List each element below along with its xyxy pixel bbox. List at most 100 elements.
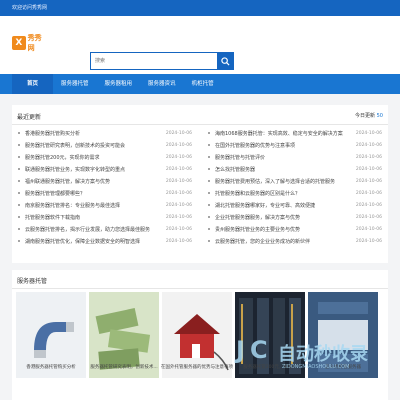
- article-link[interactable]: 服务器托管研究表明，创新技术的投资可能会: [25, 142, 164, 149]
- article-date: 2024-10-06: [355, 142, 382, 148]
- article-link[interactable]: 怎么找托管服务器: [215, 166, 354, 173]
- article-date: 2024-10-06: [165, 214, 192, 220]
- article-link[interactable]: 云服务器托管排名，揭示行业发展，助力您选择最佳服务: [25, 226, 164, 233]
- list-item[interactable]: 怎么找托管服务器 2024-10-06: [204, 163, 382, 175]
- bullet-icon: [208, 132, 210, 134]
- list-item[interactable]: 服务器托管与托管评价 2024-10-06: [204, 151, 382, 163]
- bullet-icon: [18, 216, 20, 218]
- list-item[interactable]: 云服务器托管，您的企业业务成功的新伙伴 2024-10-06: [204, 235, 382, 247]
- bullet-icon: [18, 156, 20, 158]
- list-item[interactable]: 福州联通服务器托管，解决方案与优势 2024-10-06: [14, 175, 192, 187]
- article-link[interactable]: 服务器托管200元，实现你的需求: [25, 154, 164, 161]
- article-link[interactable]: 湖北托管服务器哪家好，专业可靠、高效便捷: [215, 202, 354, 209]
- today-updates-label: 今日更新: [355, 113, 376, 119]
- list-item[interactable]: 服务器托管管理都要哪些？ 2024-10-06: [14, 187, 192, 199]
- article-date: 2024-10-06: [355, 226, 382, 232]
- list-item[interactable]: 服务器托管费用预估，深入了解与选择合适的托管服务 2024-10-06: [204, 175, 382, 187]
- nav-item-news[interactable]: 服务器资讯: [140, 74, 184, 94]
- nav-item-cabinet[interactable]: 机柜托管: [184, 74, 222, 94]
- bullet-icon: [208, 192, 210, 194]
- search-input[interactable]: [91, 53, 217, 69]
- bullet-icon: [208, 228, 210, 230]
- nav-item-hosting[interactable]: 服务器托管: [53, 74, 97, 94]
- hosting-panel-title: 服务器托管: [17, 278, 48, 285]
- article-date: 2024-10-06: [355, 190, 382, 196]
- article-link[interactable]: 托管服务器和云服务器的区别是什么？: [215, 190, 354, 197]
- svg-text:J: J: [234, 336, 245, 364]
- logo-text: 秀秀网: [27, 34, 42, 52]
- latest-updates-panel: 最近更新 今日更新 50 香港服务器托管购买分析 2024-10-06 服务器托管…: [12, 105, 388, 263]
- article-link[interactable]: 服务器托管管理都要哪些？: [25, 190, 164, 197]
- list-item[interactable]: 在国外托管服务器的优势与注意事项 2024-10-06: [204, 139, 382, 151]
- article-link[interactable]: 云服务器托管，您的企业业务成功的新伙伴: [215, 238, 354, 245]
- article-date: 2024-10-06: [165, 238, 192, 244]
- list-item[interactable]: 联通服务器托管业务，实现数字化转型的重点 2024-10-06: [14, 163, 192, 175]
- list-item[interactable]: 服务器托管研究表明，创新技术的投资可能会 2024-10-06: [14, 139, 192, 151]
- site-logo[interactable]: X 秀秀网: [12, 34, 48, 52]
- article-date: 2024-10-06: [355, 214, 382, 220]
- bullet-icon: [208, 216, 210, 218]
- article-link[interactable]: 服务器托管费用预估，深入了解与选择合适的托管服务: [215, 178, 354, 185]
- search-icon: [220, 56, 230, 66]
- watermark-logo: J C 自动秒收录 ZIDONGMIAOSHOULU.COM: [234, 330, 380, 380]
- watermark-text: 自动秒收录: [278, 344, 368, 365]
- article-date: 2024-10-06: [355, 166, 382, 172]
- today-updates-count: 50: [376, 113, 383, 119]
- latest-list-left: 香港服务器托管购买分析 2024-10-06 服务器托管研究表明，创新技术的投资可…: [14, 127, 192, 247]
- thumbnail-caption[interactable]: 在国外托管服务器的优势与注意事项: [160, 364, 234, 370]
- article-link[interactable]: 贵州服务器托管业务的主要业务与优势: [215, 226, 354, 233]
- list-item[interactable]: 湖南服务器托管优化，保障企业数据安全的明智选择 2024-10-06: [14, 235, 192, 247]
- thumbnail-caption[interactable]: 香港服务器托管购买分析: [14, 364, 88, 370]
- bullet-icon: [18, 168, 20, 170]
- list-item[interactable]: 贵州服务器托管业务的主要业务与优势 2024-10-06: [204, 223, 382, 235]
- article-link[interactable]: 福州联通服务器托管，解决方案与优势: [25, 178, 164, 185]
- article-date: 2024-10-06: [355, 178, 382, 184]
- bullet-icon: [208, 144, 210, 146]
- list-item[interactable]: 云服务器托管排名，揭示行业发展，助力您选择最佳服务 2024-10-06: [14, 223, 192, 235]
- article-link[interactable]: 香港服务器托管购买分析: [25, 130, 164, 137]
- top-bar: 欢迎访问秀秀网: [0, 0, 400, 16]
- article-date: 2024-10-06: [165, 178, 192, 184]
- list-item[interactable]: 托管服务器软件下载指南 2024-10-06: [14, 211, 192, 223]
- divider: [12, 124, 388, 125]
- bullet-icon: [18, 228, 20, 230]
- divider: [12, 288, 388, 289]
- article-link[interactable]: 南京服务器托管排名：专业服务与最佳选择: [25, 202, 164, 209]
- list-item[interactable]: 托管服务器和云服务器的区别是什么？ 2024-10-06: [204, 187, 382, 199]
- nav-item-rental[interactable]: 服务器租用: [97, 74, 141, 94]
- logo-mark-icon: X: [12, 36, 26, 50]
- bullet-icon: [208, 240, 210, 242]
- list-item[interactable]: 企业托管服务器服务，解决方案与优势 2024-10-06: [204, 211, 382, 223]
- main-nav: 首页 服务器托管 服务器租用 服务器资讯 机柜托管: [0, 74, 400, 94]
- list-item[interactable]: 湖北托管服务器哪家好，专业可靠、高效便捷 2024-10-06: [204, 199, 382, 211]
- article-link[interactable]: 在国外托管服务器的优势与注意事项: [215, 142, 354, 149]
- list-item[interactable]: 服务器托管200元，实现你的需求 2024-10-06: [14, 151, 192, 163]
- latest-list-right: 海南1068服务器托管：实现高效、稳定与安全的解决方案 2024-10-06 在国…: [204, 127, 382, 247]
- list-item[interactable]: 香港服务器托管购买分析 2024-10-06: [14, 127, 192, 139]
- article-link[interactable]: 服务器托管与托管评价: [215, 154, 354, 161]
- article-date: 2024-10-06: [165, 142, 192, 148]
- article-date: 2024-10-06: [355, 130, 382, 136]
- article-link[interactable]: 海南1068服务器托管：实现高效、稳定与安全的解决方案: [215, 130, 354, 137]
- search-box: [90, 52, 234, 70]
- article-link[interactable]: 托管服务器软件下载指南: [25, 214, 164, 221]
- bullet-icon: [18, 240, 20, 242]
- article-link[interactable]: 企业托管服务器服务，解决方案与优势: [215, 214, 354, 221]
- article-date: 2024-10-06: [165, 202, 192, 208]
- site-header: X 秀秀网: [0, 16, 400, 74]
- bullet-icon: [18, 180, 20, 182]
- bullet-icon: [208, 168, 210, 170]
- thumbnail-caption[interactable]: 服务器托管研究表明，创新技术...: [87, 364, 161, 370]
- article-link[interactable]: 湖南服务器托管优化，保障企业数据安全的明智选择: [25, 238, 164, 245]
- list-item[interactable]: 南京服务器托管排名：专业服务与最佳选择 2024-10-06: [14, 199, 192, 211]
- bullet-icon: [18, 192, 20, 194]
- bullet-icon: [18, 204, 20, 206]
- bullet-icon: [18, 132, 20, 134]
- bullet-icon: [208, 180, 210, 182]
- search-button[interactable]: [217, 53, 233, 69]
- article-link[interactable]: 联通服务器托管业务，实现数字化转型的重点: [25, 166, 164, 173]
- nav-item-home[interactable]: 首页: [12, 74, 54, 94]
- article-date: 2024-10-06: [355, 202, 382, 208]
- list-item[interactable]: 海南1068服务器托管：实现高效、稳定与安全的解决方案 2024-10-06: [204, 127, 382, 139]
- article-date: 2024-10-06: [355, 238, 382, 244]
